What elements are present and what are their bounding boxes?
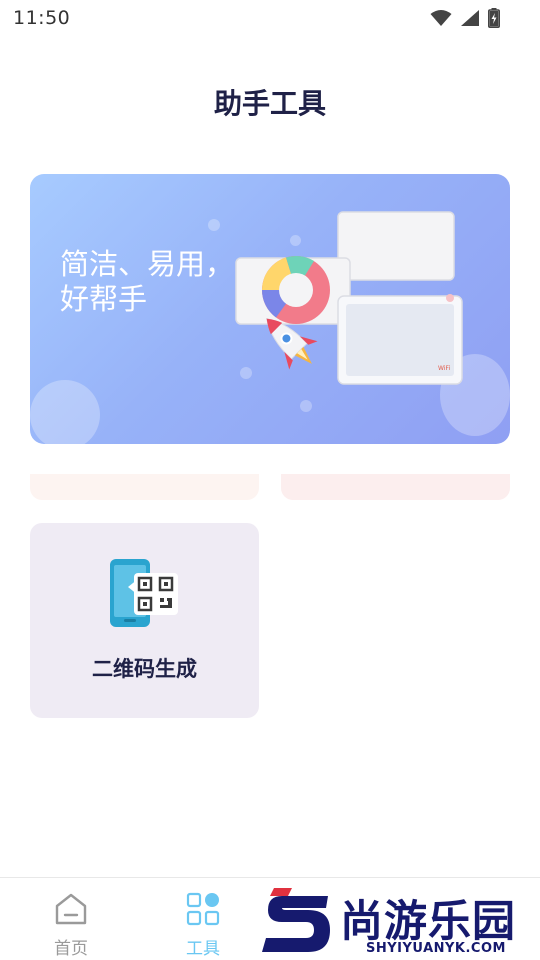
tool-card-peek-right[interactable] [281, 474, 510, 500]
battery-charging-icon [488, 8, 500, 28]
watermark-text: 尚游乐园 [340, 897, 516, 947]
banner-slogan-line1: 简洁、易用， [60, 247, 235, 281]
banner-bubble [30, 380, 100, 444]
nav-label-tools: 工具 [186, 939, 220, 959]
banner-slogan: 简洁、易用， 好帮手 [60, 247, 250, 317]
signal-icon [461, 10, 479, 26]
tool-label: 二维码生成 [92, 657, 197, 681]
watermark-logo [262, 888, 330, 952]
nav-label-home: 首页 [54, 939, 88, 959]
promo-banner[interactable]: 简洁、易用， 好帮手 WiFi [30, 174, 510, 444]
status-bar: 11:50 [0, 0, 540, 38]
wifi-icon [430, 10, 452, 26]
watermark: 尚游乐园 SHYIYUANYK.COM [262, 886, 540, 960]
status-time: 11:50 [13, 7, 71, 29]
svg-text:WiFi: WiFi [438, 365, 450, 372]
nav-item-tools[interactable]: 工具 [153, 878, 253, 960]
tool-card-peek-left[interactable] [30, 474, 259, 500]
grid-icon [186, 892, 220, 926]
banner-slogan-line2: 好帮手 [60, 282, 148, 316]
watermark-subtext: SHYIYUANYK.COM [366, 941, 506, 956]
home-icon [55, 893, 87, 925]
qr-code-phone-icon [110, 559, 178, 627]
page-title: 助手工具 [213, 87, 326, 120]
nav-item-home[interactable]: 首页 [21, 878, 121, 960]
banner-bubble [208, 219, 220, 231]
tool-card-qr-generator[interactable]: 二维码生成 [30, 523, 259, 718]
banner-illustration: WiFi [235, 211, 463, 385]
status-icons [430, 7, 500, 29]
